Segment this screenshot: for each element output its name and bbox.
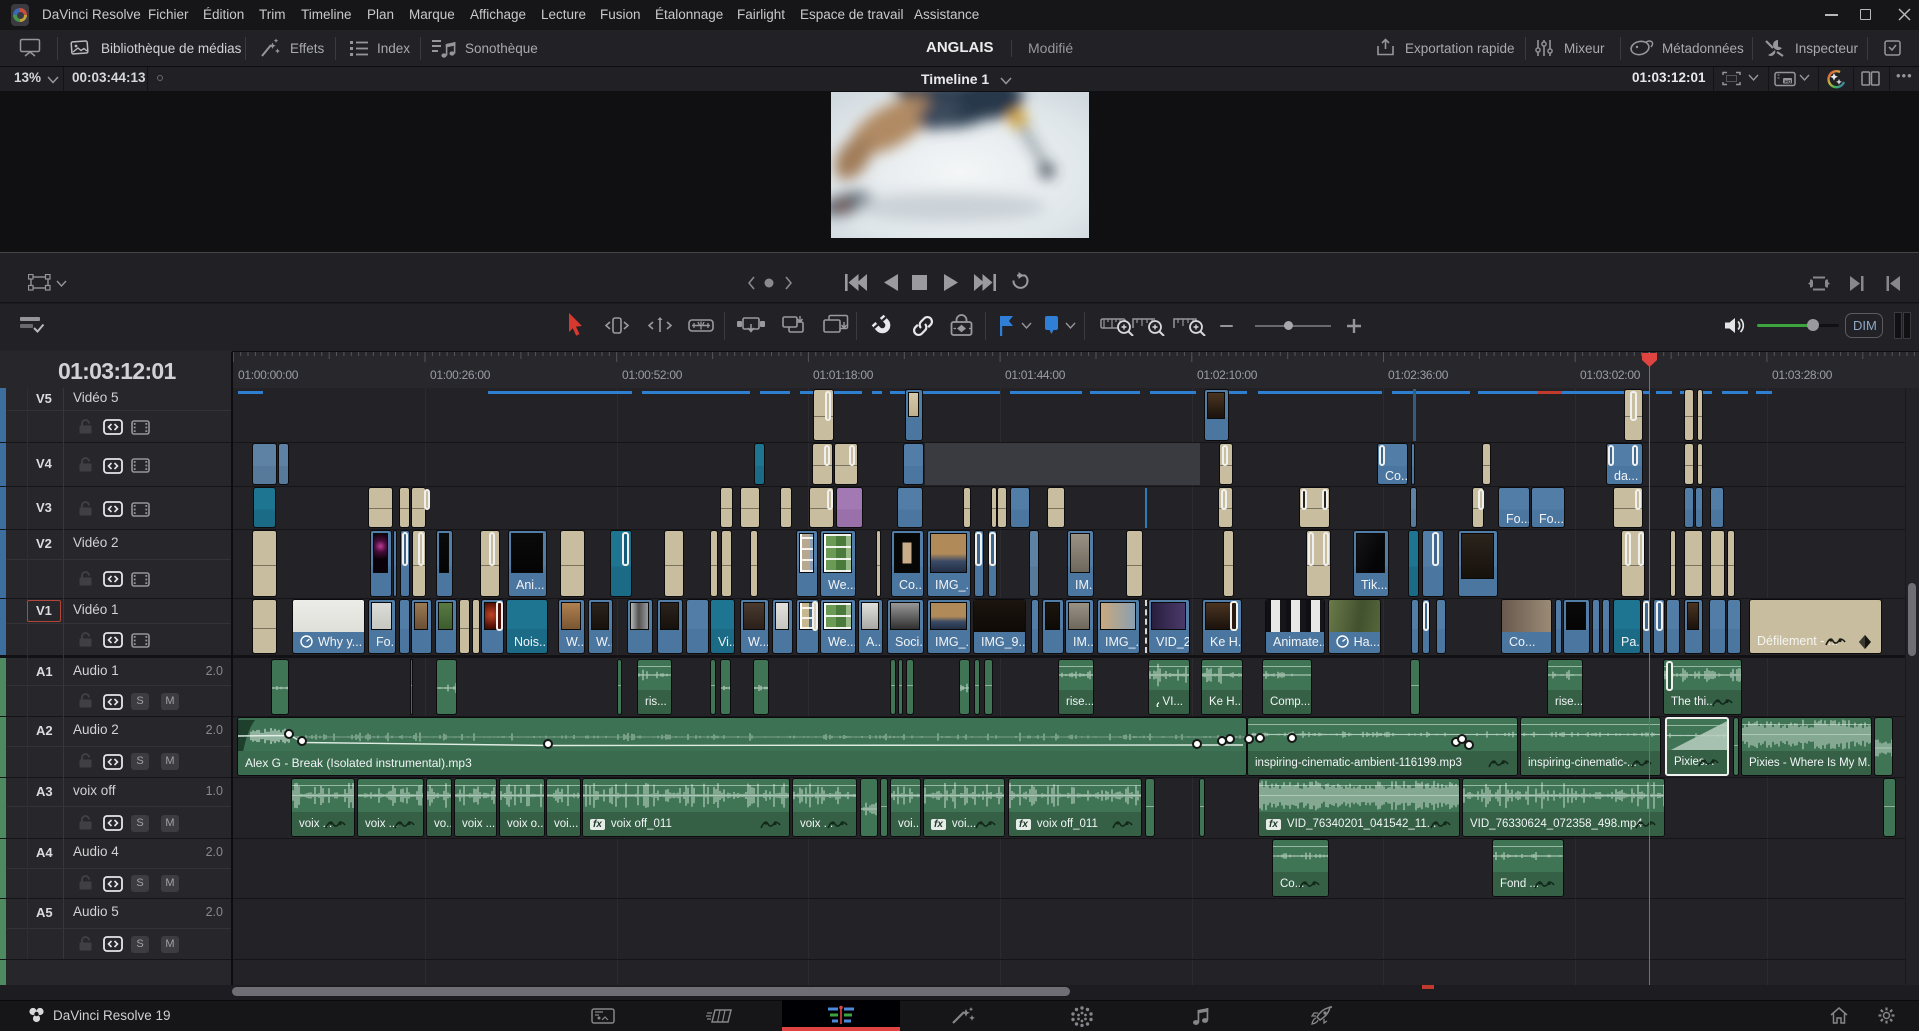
svg-text:HQ: HQ (1785, 79, 1792, 84)
